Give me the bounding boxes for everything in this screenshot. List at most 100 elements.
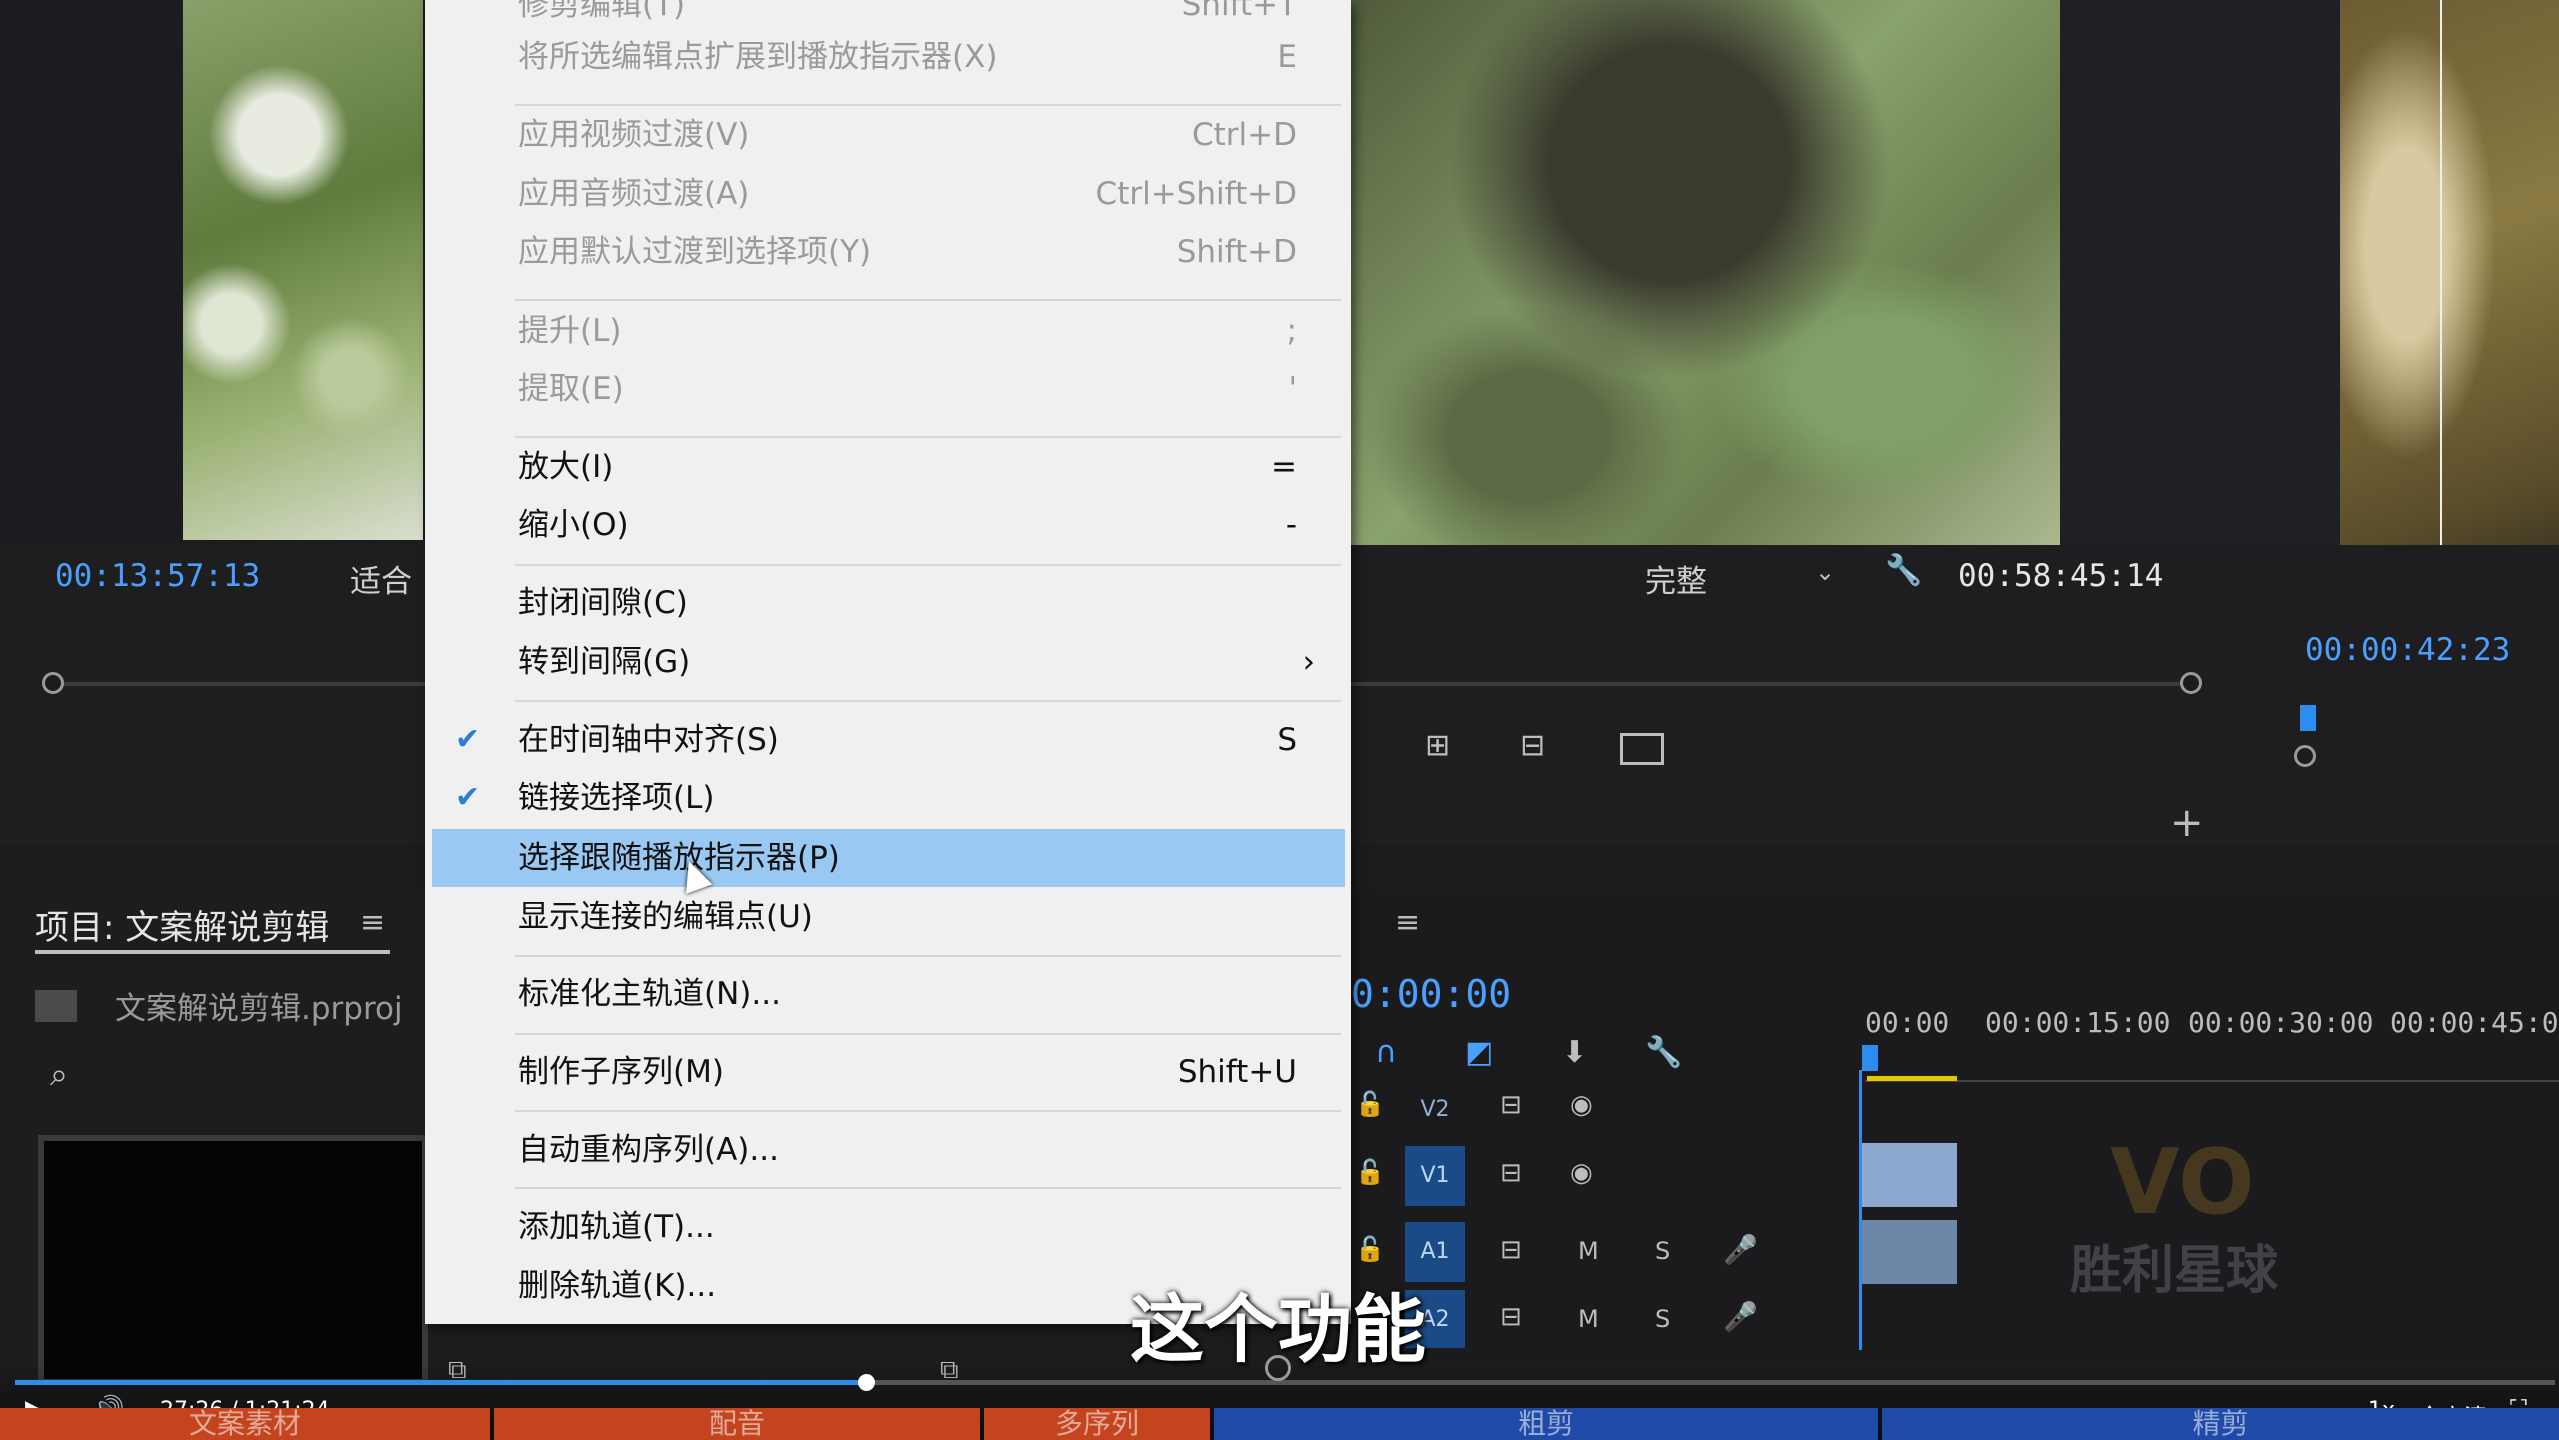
- menu-label: 选择跟随播放指示器(P): [518, 840, 840, 876]
- export-frame-icon[interactable]: [1620, 733, 1664, 765]
- menu-shortcut: E: [1277, 39, 1297, 75]
- menu-label: 显示连接的编辑点(U): [518, 899, 813, 935]
- lock-icon-v2[interactable]: 🔓: [1355, 1090, 1385, 1118]
- source-monitor-video: [183, 0, 423, 540]
- sync-lock-icon-v1[interactable]: ⊟: [1500, 1158, 1522, 1188]
- chapter-2[interactable]: 配音: [494, 1408, 980, 1440]
- menu-item-audio-transition[interactable]: 应用音频过渡(A) Ctrl+Shift+D: [425, 165, 1345, 223]
- ruler-label-1: 00:00:15:00: [1985, 1006, 2171, 1039]
- watermark-logo: VO: [2110, 1130, 2255, 1235]
- sync-lock-icon-v2[interactable]: ⊟: [1500, 1090, 1522, 1120]
- overwrite-icon[interactable]: ⊟: [1520, 728, 1545, 763]
- menu-item-snap-in-timeline[interactable]: ✔ 在时间轴中对齐(S) S: [425, 711, 1345, 769]
- timeline-settings-icon[interactable]: 🔧: [1645, 1035, 1682, 1070]
- menu-separator: [515, 1110, 1341, 1112]
- sync-lock-icon-a2[interactable]: ⊟: [1500, 1302, 1522, 1332]
- sync-lock-icon-a1[interactable]: ⊟: [1500, 1235, 1522, 1265]
- chapter-3[interactable]: 多序列: [984, 1408, 1210, 1440]
- menu-item-zoom-in[interactable]: 放大(I) =: [425, 438, 1345, 496]
- source-scrub-handle[interactable]: [42, 672, 64, 694]
- playhead-marker[interactable]: [2300, 705, 2316, 731]
- menu-item-extract[interactable]: 提取(E) ': [425, 360, 1345, 418]
- program-quality-label[interactable]: 完整: [1645, 556, 1707, 601]
- menu-label: 缩小(O): [518, 507, 629, 543]
- panel-menu-icon[interactable]: ≡: [360, 905, 385, 940]
- lock-icon-v1[interactable]: 🔓: [1355, 1158, 1385, 1186]
- menu-item-show-through-edits[interactable]: 显示连接的编辑点(U): [425, 888, 1345, 946]
- menu-item-selection-follows-playhead[interactable]: 选择跟随播放指示器(P): [432, 829, 1345, 887]
- program-scrub-bar[interactable]: [1351, 682, 2191, 686]
- search-icon[interactable]: ⌕: [50, 1055, 68, 1094]
- snap-icon[interactable]: ∩: [1375, 1035, 1397, 1070]
- menu-item-extend-edit[interactable]: 将所选编辑点扩展到播放指示器(X) E: [425, 28, 1345, 86]
- project-thumbnail[interactable]: [38, 1135, 428, 1385]
- right-scrub-handle[interactable]: [2294, 745, 2316, 767]
- submenu-arrow-icon: ›: [1302, 644, 1315, 680]
- timeline-current-time[interactable]: 0:00:00: [1351, 972, 1511, 1016]
- chapter-5[interactable]: 精剪: [1882, 1408, 2559, 1440]
- ruler-label-2: 00:00:30:00: [2188, 1006, 2374, 1039]
- microphone-icon-a2[interactable]: 🎤: [1723, 1300, 1758, 1333]
- audio-clip[interactable]: [1862, 1220, 1957, 1284]
- source-scrub-bar[interactable]: [55, 682, 425, 686]
- menu-shortcut: ;: [1286, 313, 1297, 349]
- solo-button-a2[interactable]: S: [1655, 1305, 1670, 1333]
- microphone-icon-a1[interactable]: 🎤: [1723, 1233, 1758, 1266]
- menu-item-go-to-gap[interactable]: 转到间隔(G) ›: [425, 633, 1345, 691]
- menu-item-lift[interactable]: 提升(L);: [425, 302, 1345, 360]
- wrench-icon[interactable]: 🔧: [1885, 553, 1922, 588]
- menu-label: 应用默认过渡到选择项(Y): [518, 234, 872, 270]
- menu-item-make-subsequence[interactable]: 制作子序列(M) Shift+U: [425, 1043, 1345, 1101]
- right-monitor-timecode[interactable]: 00:00:42:23: [2305, 632, 2510, 668]
- right-monitor-frame: [2060, 0, 2340, 610]
- eye-icon-v2[interactable]: ◉: [1570, 1090, 1593, 1120]
- mute-button-a2[interactable]: M: [1578, 1305, 1599, 1333]
- project-file-name: 文案解说剪辑.prproj: [115, 991, 403, 1027]
- program-duration: 00:58:45:14: [1958, 558, 2164, 594]
- timeline-playhead[interactable]: [1862, 1045, 1878, 1071]
- project-panel-title[interactable]: 项目: 文案解说剪辑: [35, 900, 329, 949]
- chapter-4[interactable]: 粗剪: [1214, 1408, 1878, 1440]
- track-v1[interactable]: V1: [1405, 1146, 1465, 1206]
- track-v2[interactable]: V2: [1405, 1080, 1465, 1140]
- menu-item-video-transition[interactable]: 应用视频过渡(V) Ctrl+D: [425, 106, 1345, 164]
- timeline-zoom-handle[interactable]: [1265, 1355, 1291, 1381]
- menu-item-close-gap[interactable]: 封闭间隙(C): [425, 574, 1345, 632]
- menu-label: 添加轨道(T)...: [518, 1209, 715, 1245]
- chevron-down-icon[interactable]: ⌄: [1815, 558, 1835, 586]
- menu-separator: [515, 1187, 1341, 1189]
- program-scrub-handle[interactable]: [2180, 672, 2202, 694]
- menu-item-add-tracks[interactable]: 添加轨道(T)...: [425, 1198, 1345, 1256]
- player-progress-handle[interactable]: [857, 1374, 875, 1391]
- chapter-bar: 文案素材 配音 多序列 粗剪 精剪: [0, 1408, 2559, 1440]
- menu-label: 在时间轴中对齐(S): [518, 722, 779, 758]
- insert-icon[interactable]: ⊞: [1425, 728, 1450, 763]
- checkmark-icon: ✔: [455, 722, 481, 757]
- ruler-label-3: 00:00:45:00: [2390, 1006, 2559, 1039]
- lock-icon-a1[interactable]: 🔓: [1355, 1235, 1385, 1263]
- plus-icon[interactable]: +: [2170, 800, 2204, 846]
- eye-icon-v1[interactable]: ◉: [1570, 1158, 1593, 1188]
- menu-separator: [515, 1033, 1341, 1035]
- menu-item-normalize-master[interactable]: 标准化主轨道(N)...: [425, 965, 1345, 1023]
- menu-item-zoom-out[interactable]: 缩小(O) -: [425, 496, 1345, 554]
- work-area-bar[interactable]: [1867, 1076, 1957, 1081]
- menu-shortcut: Shift+U: [1177, 1054, 1297, 1090]
- menu-label: 标准化主轨道(N)...: [518, 976, 781, 1012]
- video-clip[interactable]: [1862, 1143, 1957, 1207]
- source-fit-label[interactable]: 适合: [350, 556, 412, 601]
- solo-button-a1[interactable]: S: [1655, 1237, 1670, 1265]
- linked-selection-icon[interactable]: ◩: [1465, 1035, 1493, 1070]
- menu-item-linked-selection[interactable]: ✔ 链接选择项(L): [425, 769, 1345, 827]
- program-monitor-video: [1350, 0, 2060, 545]
- menu-label: 提升(L): [518, 313, 622, 349]
- source-timecode[interactable]: 00:13:57:13: [55, 558, 260, 594]
- timeline-menu-icon[interactable]: ≡: [1395, 905, 1420, 940]
- add-marker-icon[interactable]: ⬇: [1562, 1035, 1587, 1070]
- mute-button-a1[interactable]: M: [1578, 1237, 1599, 1265]
- ruler-label-0: 00:00: [1865, 1006, 1950, 1039]
- timeline-ruler[interactable]: [1865, 1060, 2559, 1082]
- menu-item-default-transition[interactable]: 应用默认过渡到选择项(Y) Shift+D: [425, 223, 1345, 281]
- chapter-1[interactable]: 文案素材: [0, 1408, 490, 1440]
- menu-item-auto-reframe[interactable]: 自动重构序列(A)...: [425, 1121, 1345, 1179]
